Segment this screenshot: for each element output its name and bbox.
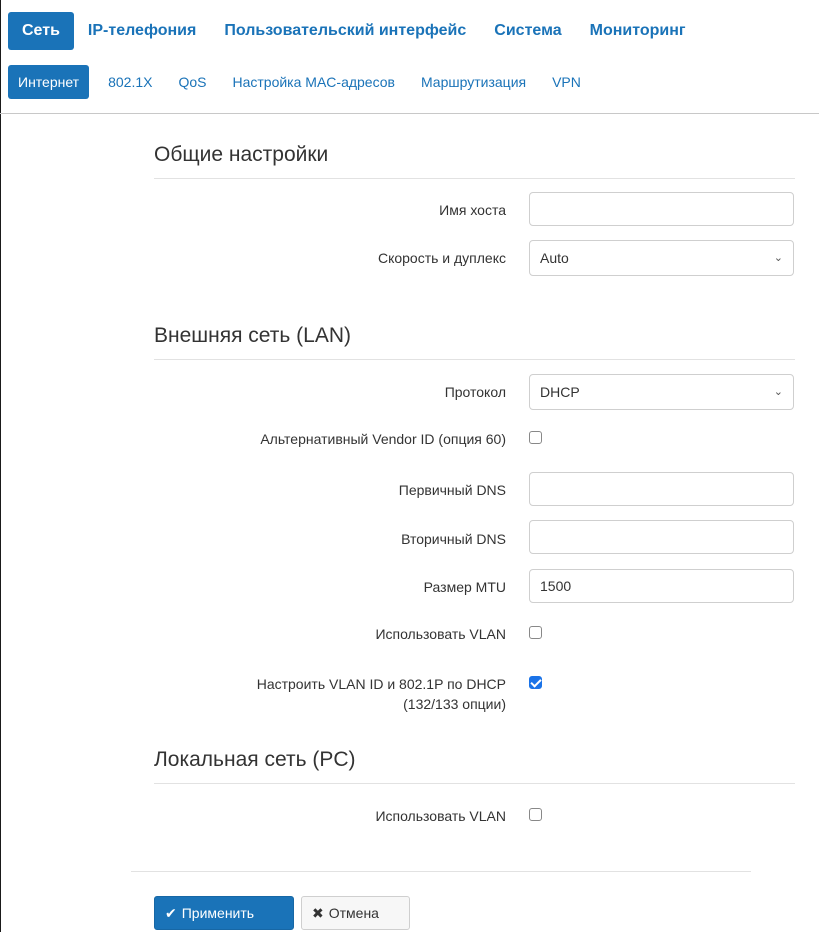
vlan-dhcp-checkbox[interactable] [529, 676, 542, 689]
section-title-wan: Внешняя сеть (LAN) [154, 324, 352, 347]
sub-nav: Интернет 802.1X QoS Настройка MAC-адресо… [8, 64, 819, 100]
tab-internet[interactable]: Интернет [8, 65, 90, 99]
section-divider [154, 359, 795, 360]
chevron-down-icon: ⌄ [773, 386, 783, 398]
tab-8021x[interactable]: 802.1X [95, 65, 165, 99]
section-title-lan: Локальная сеть (PC) [154, 748, 356, 771]
apply-label: Применить [181, 905, 255, 921]
secondary-dns-label: Вторичный DNS [401, 531, 506, 547]
tab-vpn[interactable]: VPN [539, 65, 594, 99]
top-nav-monitoring[interactable]: Мониторинг [576, 12, 700, 50]
top-nav-system[interactable]: Система [480, 12, 575, 50]
speed-duplex-select[interactable]: Auto ⌄ [529, 240, 794, 276]
lan-use-vlan-label: Использовать VLAN [375, 808, 506, 824]
apply-button[interactable]: ✔ Применить [154, 896, 294, 930]
hostname-input[interactable] [529, 192, 794, 226]
top-nav: Сеть IP-телефония Пользовательский интер… [8, 12, 819, 50]
top-nav-network[interactable]: Сеть [8, 12, 74, 50]
close-icon: ✖ [312, 905, 324, 921]
protocol-select[interactable]: DHCP ⌄ [529, 374, 794, 410]
wan-use-vlan-label: Использовать VLAN [375, 626, 506, 642]
vlan-dhcp-label-line2: (132/133 опции) [403, 696, 506, 712]
section-title-general: Общие настройки [154, 143, 329, 166]
primary-dns-label: Первичный DNS [398, 482, 506, 498]
secondary-dns-input[interactable] [529, 520, 794, 554]
speed-duplex-value: Auto [540, 250, 569, 266]
speed-duplex-label: Скорость и дуплекс [377, 250, 506, 266]
vendor-id-label: Альтернативный Vendor ID (опция 60) [260, 431, 506, 447]
top-nav-ip-telephony[interactable]: IP-телефония [74, 12, 210, 50]
tab-qos[interactable]: QoS [165, 65, 219, 99]
lan-use-vlan-checkbox[interactable] [529, 808, 542, 821]
tab-routing[interactable]: Маршрутизация [408, 65, 539, 99]
vendor-id-checkbox[interactable] [529, 431, 542, 444]
section-divider [154, 783, 795, 784]
check-icon: ✔ [165, 905, 177, 921]
footer-divider [131, 871, 751, 872]
top-nav-user-interface[interactable]: Пользовательский интерфейс [210, 12, 480, 50]
cancel-button[interactable]: ✖ Отмена [301, 896, 410, 930]
subnav-divider [0, 113, 819, 114]
frame-border [0, 0, 1, 932]
protocol-value: DHCP [540, 384, 580, 400]
chevron-down-icon: ⌄ [773, 252, 783, 264]
cancel-label: Отмена [328, 905, 379, 921]
wan-use-vlan-checkbox[interactable] [529, 626, 542, 639]
vlan-dhcp-label: Настроить VLAN ID и 802.1P по DHCP (132/… [257, 674, 506, 714]
hostname-label: Имя хоста [439, 202, 506, 218]
tab-mac-settings[interactable]: Настройка MAC-адресов [219, 65, 408, 99]
vlan-dhcp-label-line1: Настроить VLAN ID и 802.1P по DHCP [256, 676, 506, 692]
section-divider [154, 178, 795, 179]
mtu-input[interactable] [529, 569, 794, 603]
mtu-label: Размер MTU [423, 579, 506, 595]
protocol-label: Протокол [444, 384, 506, 400]
primary-dns-input[interactable] [529, 472, 794, 506]
